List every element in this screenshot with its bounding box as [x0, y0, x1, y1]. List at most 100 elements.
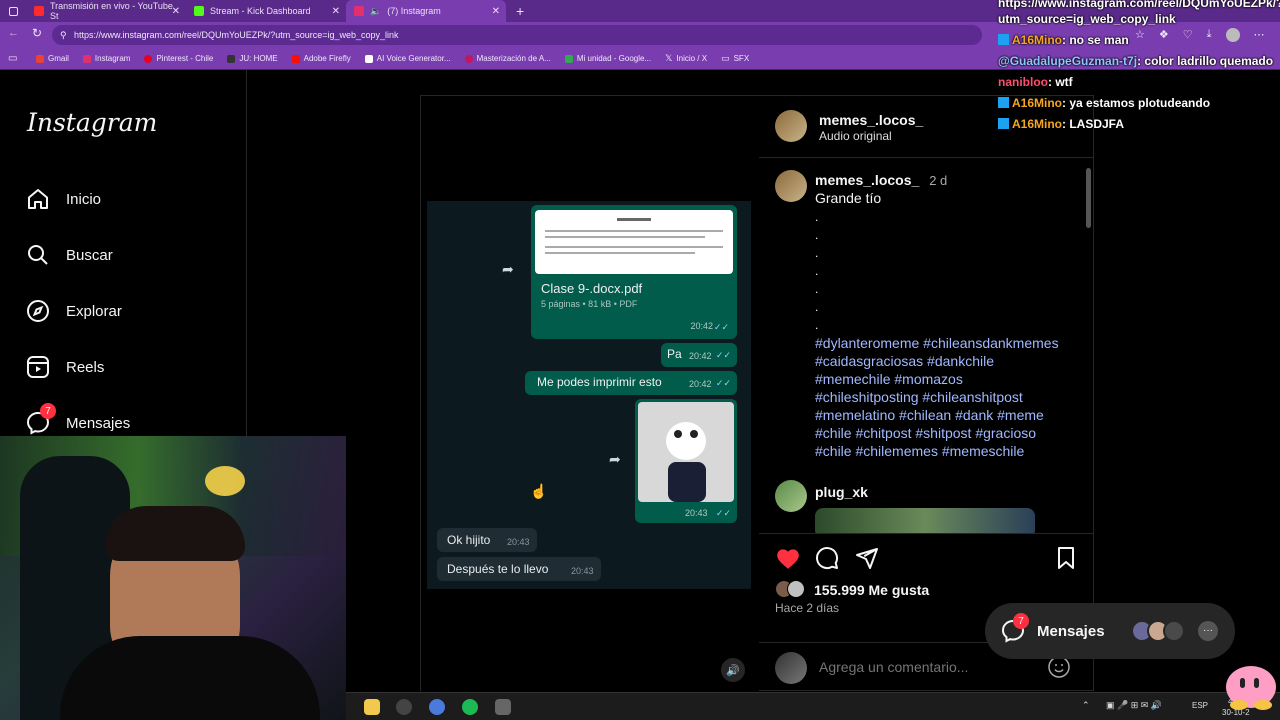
sidebar-item-explorar[interactable]: Explorar — [26, 299, 122, 323]
tab-instagram[interactable]: 🔈 (7) Instagram ✕ — [346, 0, 506, 22]
pdf-meta: 5 páginas • 81 kB • PDF — [541, 299, 638, 309]
hashtag-line[interactable]: #caidasgraciosas #dankchile — [815, 352, 1059, 370]
close-tab-icon[interactable]: ✕ — [172, 6, 180, 17]
bookmark-x[interactable]: 𝕏 Inicio / X — [665, 53, 707, 64]
message-time: 20:43 — [685, 508, 708, 518]
hashtag-line[interactable]: #chileshitposting #chileanshitpost — [815, 388, 1059, 406]
tab-actions-icon[interactable] — [0, 0, 26, 22]
close-tab-icon[interactable]: ✕ — [332, 6, 340, 17]
post-author[interactable]: memes_.locos_ — [819, 112, 923, 128]
likes-count[interactable]: 155.999 Me gusta — [814, 582, 929, 598]
chat-username: A16Mino — [1012, 117, 1063, 131]
save-bookmark-icon[interactable] — [1055, 546, 1077, 575]
like-heart-icon[interactable] — [775, 546, 801, 575]
sidebar-item-reels[interactable]: Reels — [26, 355, 104, 379]
kick-icon — [194, 6, 204, 16]
reel-video[interactable]: ➦ Clase 9-.docx.pdf 5 páginas • 81 kB • … — [421, 96, 759, 692]
tab-youtube[interactable]: Transmisión en vivo - YouTube St ✕ — [26, 0, 186, 22]
notification-badge: 7 — [40, 403, 56, 419]
bookmark-masterizacion[interactable]: Masterización de A... — [464, 54, 551, 63]
app-icon[interactable] — [495, 699, 511, 715]
chat-username: @GuadalupeGuzman-t7j — [998, 54, 1138, 68]
chat-text: : wtf — [1048, 75, 1073, 89]
browser-icon[interactable] — [429, 699, 445, 715]
chat-username: nanibloo — [998, 75, 1048, 89]
sidebar-item-label: Mensajes — [66, 414, 131, 432]
new-tab-button[interactable]: + — [516, 3, 524, 19]
comment-icon[interactable] — [815, 546, 839, 575]
caption-author[interactable]: memes_.locos_ — [815, 172, 919, 188]
bookmark-pinterest[interactable]: Pinterest - Chile — [144, 54, 213, 63]
close-tab-icon[interactable]: ✕ — [492, 6, 500, 17]
share-icon[interactable] — [855, 546, 879, 575]
avatar[interactable] — [775, 480, 807, 512]
liker-avatars — [775, 580, 811, 600]
bookmark-google-drive[interactable]: Mi unidad - Google... — [564, 54, 651, 63]
hashtag-line[interactable]: #chile #chitpost #shitpost #gracioso — [815, 424, 1059, 442]
chat-text: : ya estamos plotudeando — [1062, 96, 1211, 110]
sidebar-item-inicio[interactable]: Inicio — [26, 187, 101, 211]
tray-chevron-icon[interactable]: ⌃ — [1082, 700, 1090, 711]
bookmark-adobe-firefly[interactable]: Adobe Firefly — [291, 54, 351, 63]
spotify-icon[interactable] — [462, 699, 478, 715]
hashtag-line[interactable]: #dylanteromeme #chileansdankmemes — [815, 334, 1059, 352]
hashtag-line[interactable]: #memechile #momazos — [815, 370, 1059, 388]
sidebar-item-mensajes[interactable]: 7 Mensajes — [26, 403, 131, 435]
messenger-icon: 7 — [1001, 613, 1029, 643]
chat-screenshot: ➦ Clase 9-.docx.pdf 5 páginas • 81 kB • … — [427, 201, 751, 589]
bookmarks-icon[interactable]: ▭ — [8, 53, 17, 64]
ju-icon — [227, 54, 236, 63]
avatar[interactable] — [775, 170, 807, 202]
volume-icon[interactable]: 🔊 — [721, 658, 745, 682]
ai-voice-icon — [364, 54, 373, 63]
comment-input[interactable] — [819, 656, 1039, 678]
kirby-sticker — [1226, 666, 1276, 710]
url-text: https://www.instagram.com/reel/DQUmYoUEZ… — [74, 30, 399, 40]
tab-kick[interactable]: Stream - Kick Dashboard ✕ — [186, 0, 346, 22]
chat-message: A16Mino: LASDJFA — [998, 117, 1124, 131]
emoji-icon[interactable] — [1047, 655, 1071, 684]
bookmark-gmail[interactable]: Gmail — [36, 54, 69, 63]
refresh-icon[interactable]: ↻ — [32, 26, 42, 40]
hashtag-line[interactable]: #chile #chilememes #memeschile — [815, 442, 1059, 460]
dot-line: . — [815, 282, 819, 296]
message-text: Ok hijito — [447, 533, 491, 547]
caption-text: Grande tío — [815, 190, 882, 206]
adobe-icon — [291, 54, 300, 63]
scrollbar[interactable] — [1086, 168, 1091, 228]
conversation-avatars — [1131, 620, 1201, 642]
speaker-icon: 🔈 — [370, 5, 382, 16]
bookmark-sfx[interactable]: ▭ SFX — [721, 53, 749, 64]
url-field[interactable]: ⚲ https://www.instagram.com/reel/DQUmYoU… — [52, 25, 982, 45]
more-icon[interactable]: ··· — [1198, 621, 1218, 641]
site-info-icon[interactable]: ⚲ — [60, 25, 67, 45]
bookmark-label: Adobe Firefly — [303, 54, 351, 63]
bookmark-ai-voice[interactable]: AI Voice Generator... — [364, 54, 451, 63]
pdf-preview — [535, 210, 733, 274]
cursor-hand-icon: ☝ — [530, 483, 548, 499]
hashtag-line[interactable]: #memelatino #chilean #dank #meme — [815, 406, 1059, 424]
bookmark-ju-home[interactable]: JU: HOME — [227, 54, 278, 63]
message-time: 20:42 — [690, 321, 713, 331]
messages-pill[interactable]: 7 Mensajes ··· — [985, 603, 1235, 659]
reply-ok-hijito: Ok hijito 20:43 — [437, 528, 537, 552]
obs-icon[interactable] — [396, 699, 412, 715]
youtube-icon — [34, 6, 44, 16]
dot-line: . — [815, 300, 819, 314]
file-explorer-icon[interactable] — [364, 699, 380, 715]
dot-line: . — [815, 210, 819, 224]
audio-label[interactable]: Audio original — [819, 129, 892, 143]
kick-badge-icon — [998, 34, 1009, 45]
bookmark-instagram[interactable]: Instagram — [82, 54, 130, 63]
sidebar-item-buscar[interactable]: Buscar — [26, 243, 113, 267]
avatar[interactable] — [775, 110, 807, 142]
kick-badge-icon — [998, 97, 1009, 108]
comment-author[interactable]: plug_xk — [815, 484, 868, 500]
back-icon[interactable]: ← — [8, 27, 19, 39]
instagram-logo[interactable]: Instagram — [27, 108, 157, 137]
dog-photo — [638, 402, 734, 502]
tray-icons[interactable]: ▣ 🎤 ⊞ ✉ 🔊 — [1106, 700, 1162, 711]
instagram-icon — [354, 6, 364, 16]
language-indicator[interactable]: ESP — [1192, 701, 1208, 710]
message-text: Después te lo llevo — [447, 562, 549, 576]
